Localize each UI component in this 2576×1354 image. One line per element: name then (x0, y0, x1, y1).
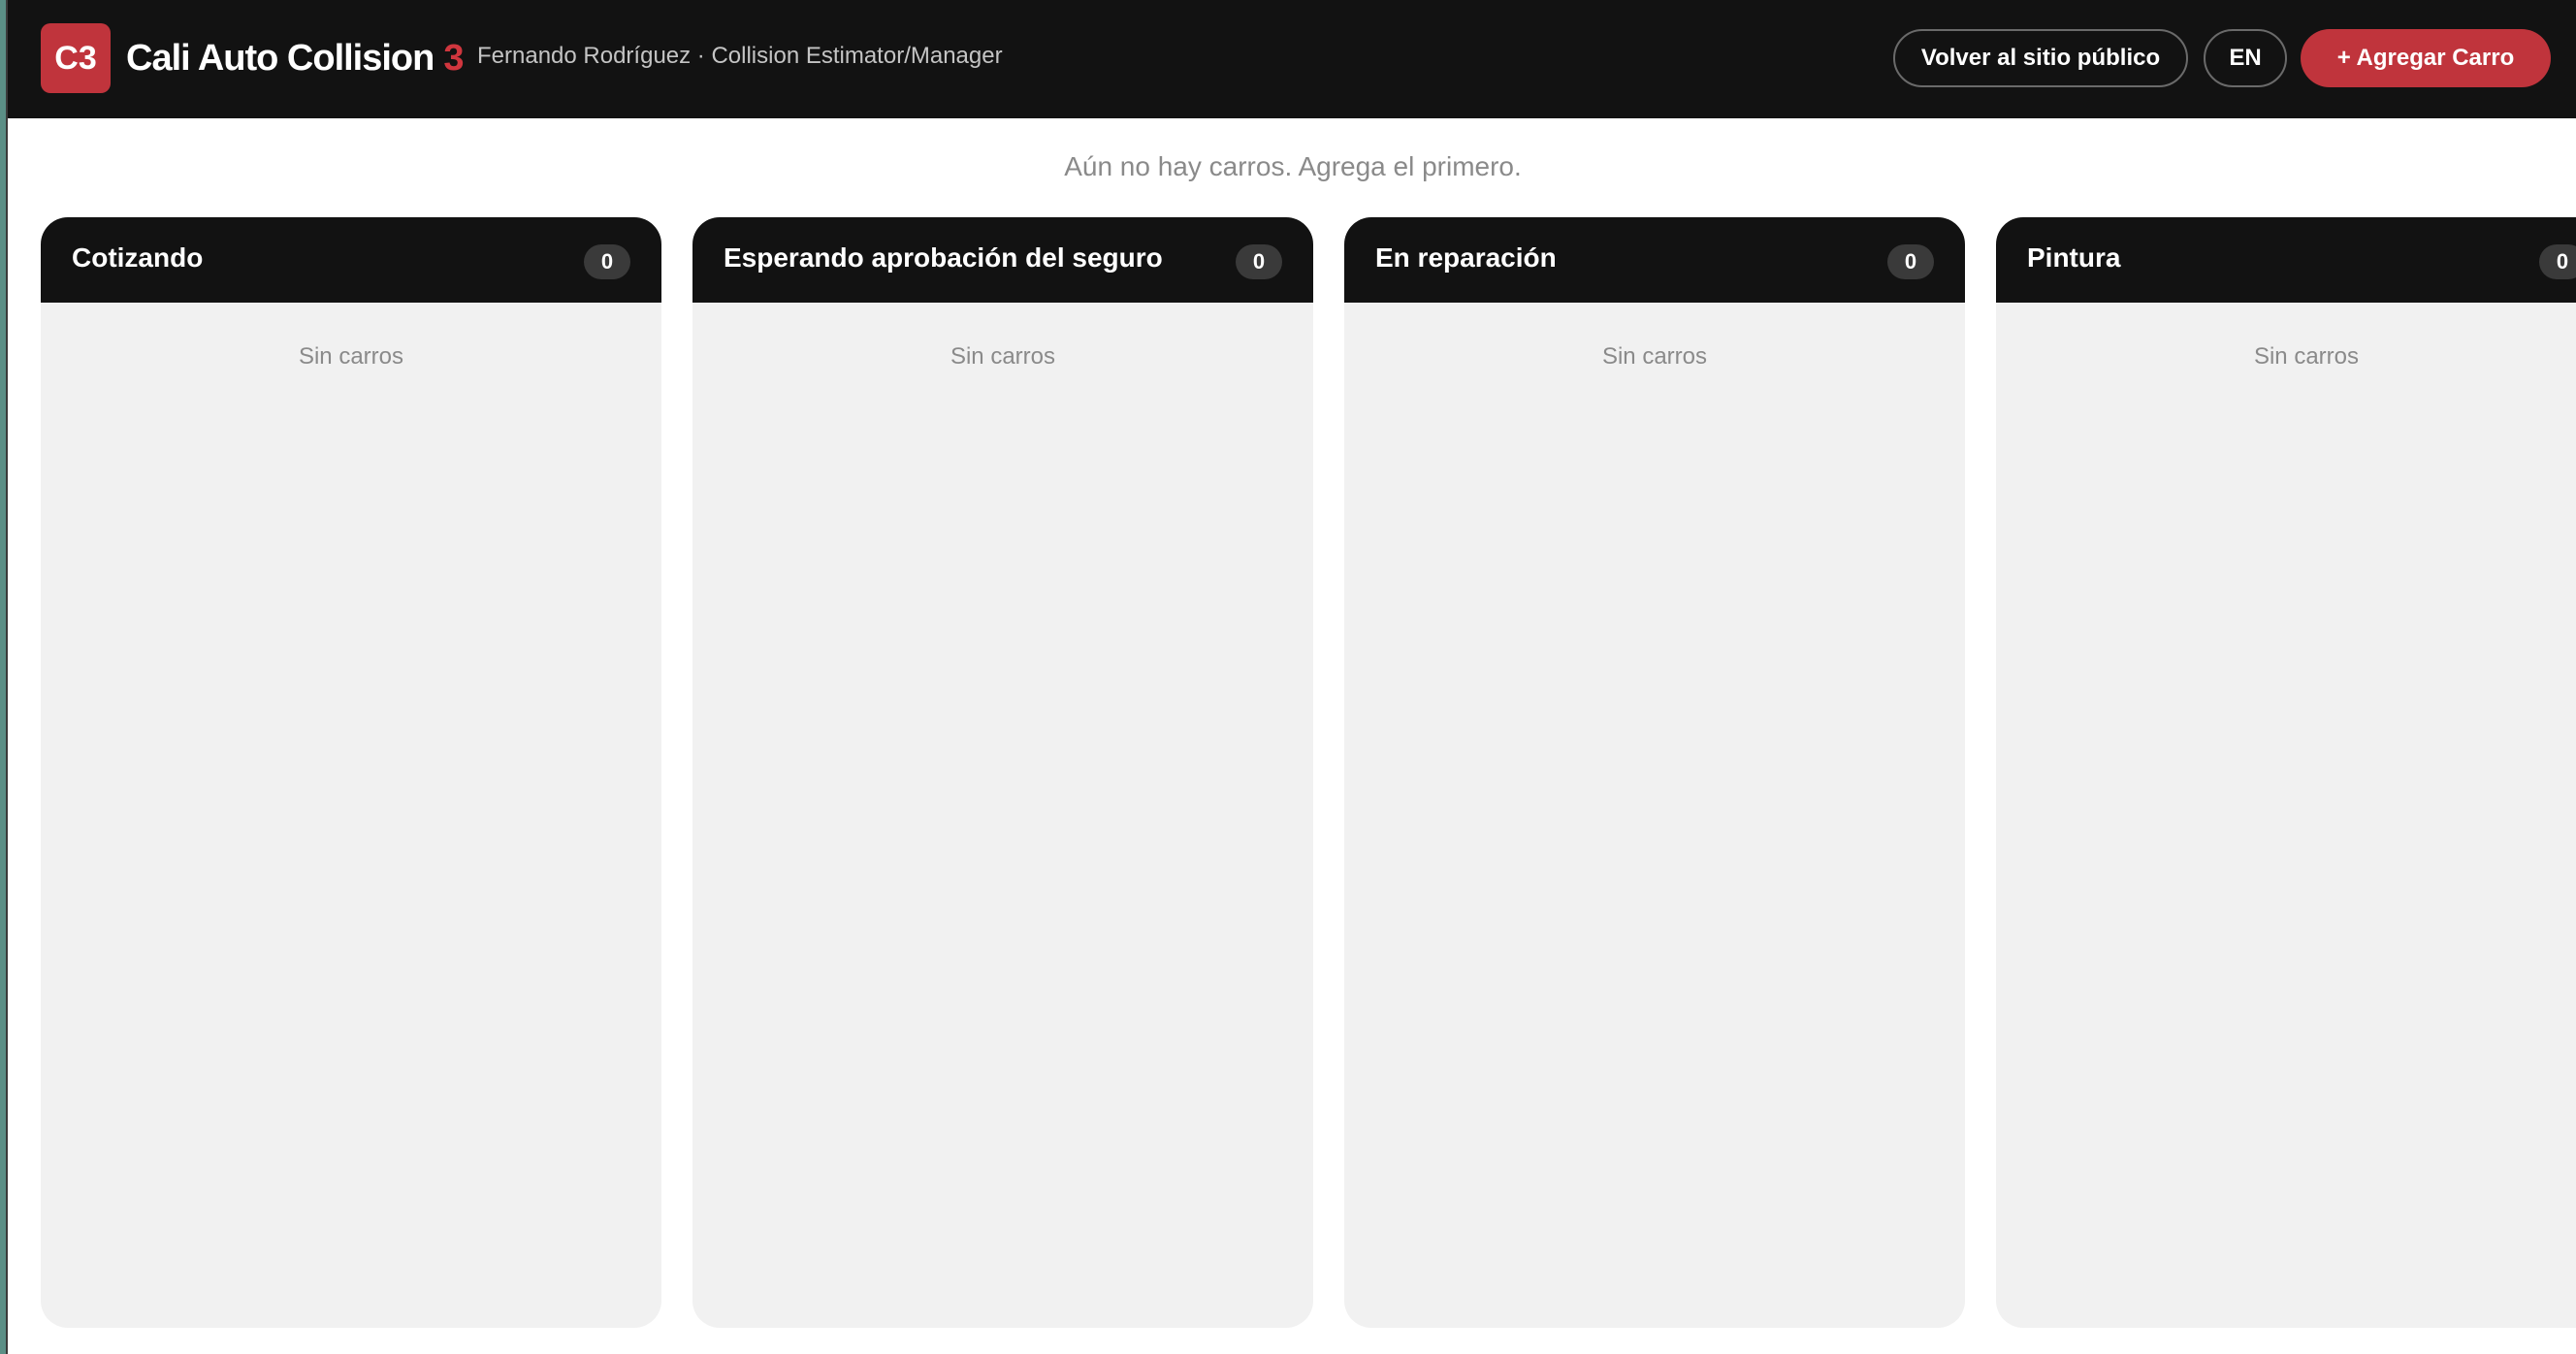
language-toggle-button[interactable]: EN (2204, 29, 2287, 87)
brand-accent: 3 (443, 37, 464, 79)
column-header: Pintura 0 (1996, 217, 2576, 303)
column-count-badge: 0 (2539, 244, 2576, 279)
add-car-button[interactable]: + Agregar Carro (2301, 29, 2551, 87)
column-en-reparacion: En reparación 0 Sin carros (1344, 217, 1965, 1328)
column-empty-text: Sin carros (1601, 343, 1708, 370)
app-window: C3 Cali Auto Collision 3 Fernando Rodrígu… (6, 0, 2576, 1354)
column-title: Esperando aprobación del seguro (724, 242, 1163, 273)
brand-title: Cali Auto Collision 3 (126, 33, 465, 83)
public-site-button[interactable]: Volver al sitio público (1893, 29, 2188, 87)
column-empty-text: Sin carros (2253, 343, 2360, 370)
column-header: Cotizando 0 (41, 217, 661, 303)
column-title: Cotizando (72, 242, 204, 273)
column-header: Esperando aprobación del seguro 0 (692, 217, 1313, 303)
column-empty-text: Sin carros (298, 343, 404, 370)
column-count-badge: 0 (584, 244, 630, 279)
column-title: Pintura (2027, 242, 2121, 273)
column-title: En reparación (1375, 242, 1557, 273)
column-pintura: Pintura 0 Sin carros (1996, 217, 2576, 1328)
user-info: Fernando Rodríguez · Collision Estimator… (477, 43, 1003, 69)
board-empty-message: Aún no hay carros. Agrega el primero. (1064, 151, 1522, 181)
logo-badge: C3 (41, 23, 111, 93)
column-header: En reparación 0 (1344, 217, 1965, 303)
column-esperando-aprobacion: Esperando aprobación del seguro 0 Sin ca… (692, 217, 1313, 1328)
top-bar: C3 Cali Auto Collision 3 Fernando Rodrígu… (8, 0, 2576, 118)
brand-name: Cali Auto Collision (126, 37, 435, 79)
column-cotizando: Cotizando 0 Sin carros (41, 217, 661, 1328)
column-count-badge: 0 (1887, 244, 1934, 279)
column-count-badge: 0 (1236, 244, 1282, 279)
column-empty-text: Sin carros (950, 343, 1056, 370)
